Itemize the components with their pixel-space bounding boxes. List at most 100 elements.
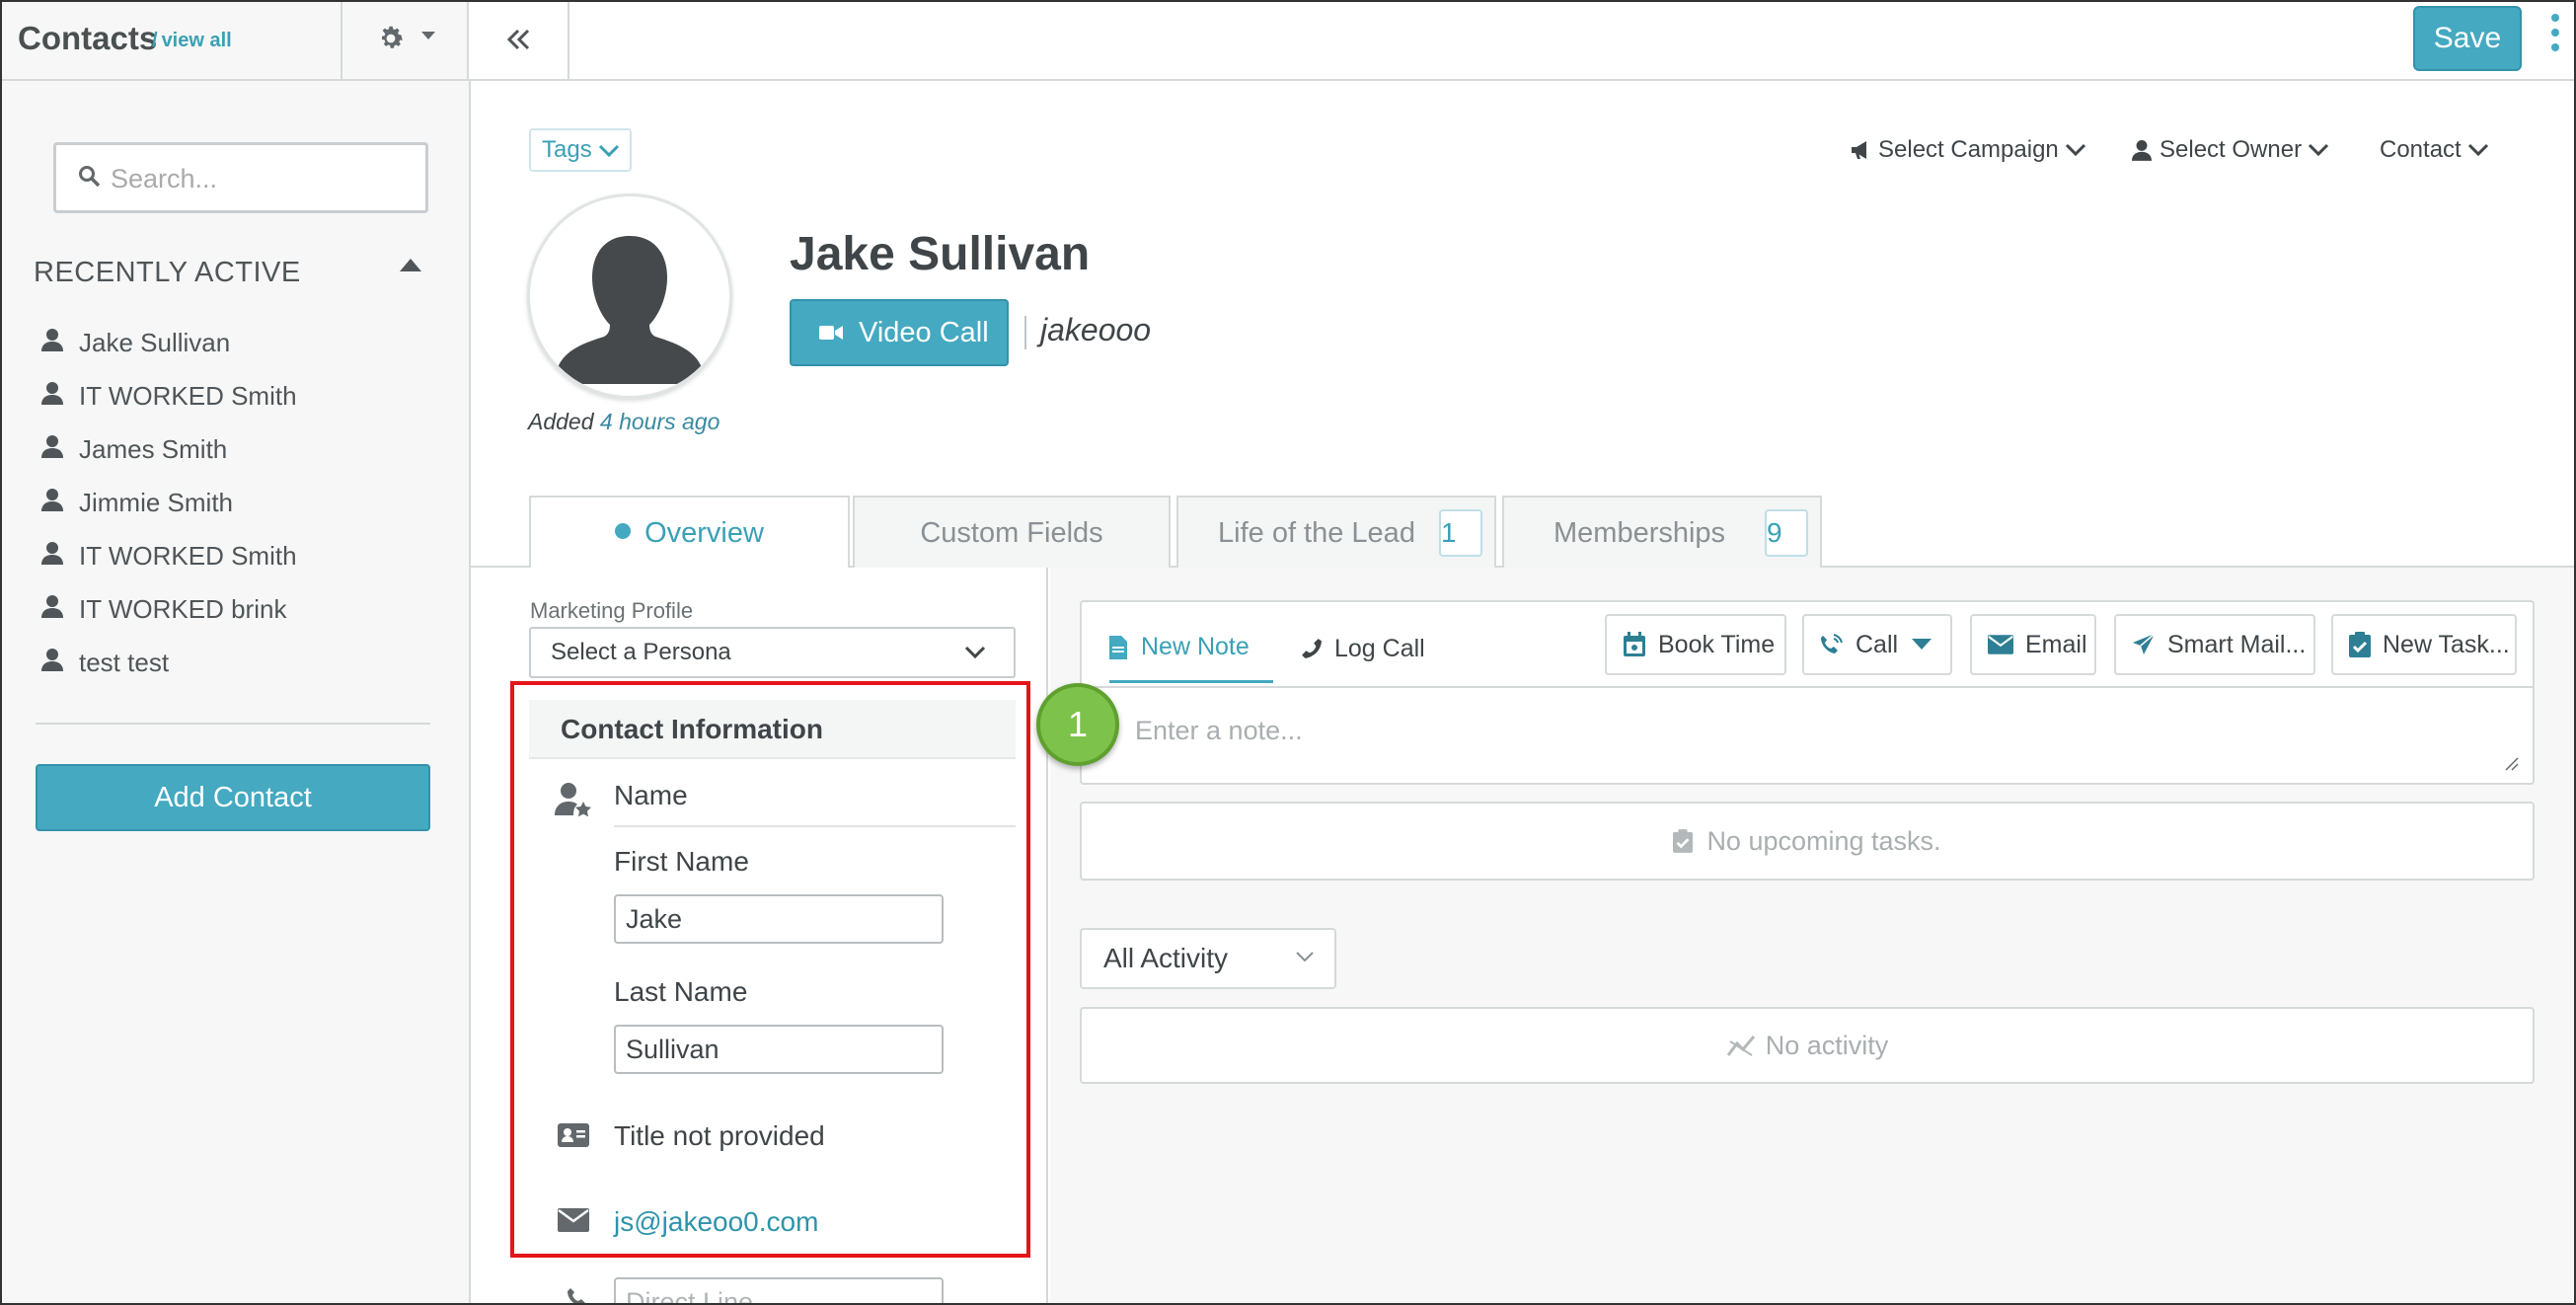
select-campaign-label[interactable]: Select Campaign	[1878, 136, 2059, 164]
new-note-label[interactable]: New Note	[1141, 633, 1250, 661]
email-label[interactable]: Email	[2025, 631, 2087, 659]
handle-separator	[1024, 316, 1026, 349]
view-all-label[interactable]: view all	[162, 30, 232, 51]
double-chevron-left-icon[interactable]	[506, 27, 532, 52]
tab-count-badge: 9	[1765, 509, 1808, 557]
recent-item-label[interactable]: IT WORKED Smith	[79, 381, 297, 412]
paper-plane-icon[interactable]	[2132, 633, 2156, 656]
new-task-button[interactable]: New Task...	[2331, 614, 2517, 675]
persona-value[interactable]: Select a Persona	[551, 639, 731, 665]
search-box[interactable]	[53, 142, 428, 213]
tab-label[interactable]: Life of the Lead	[1218, 517, 1415, 549]
document-icon[interactable]	[1109, 635, 1127, 659]
person-icon	[41, 381, 63, 405]
tab-label[interactable]: Custom Fields	[920, 517, 1102, 549]
recent-item[interactable]: IT WORKED Smith	[41, 529, 297, 582]
tab-label[interactable]: Overview	[644, 517, 764, 549]
add-contact-button[interactable]: Add Contact	[36, 764, 430, 831]
recent-item-label[interactable]: IT WORKED Smith	[79, 541, 297, 572]
video-call-button[interactable]: Video Call	[790, 299, 1009, 366]
gear-icon[interactable]	[376, 24, 406, 53]
view-all-link[interactable]: / view all	[152, 30, 232, 52]
phone-icon	[568, 1288, 585, 1303]
recent-item[interactable]: James Smith	[41, 422, 297, 476]
contact-handle: jakeooo	[1040, 312, 1152, 347]
clipboard-check-icon[interactable]	[2349, 632, 2371, 657]
more-options-icon[interactable]	[2551, 14, 2561, 58]
tab-label[interactable]: Memberships	[1553, 517, 1725, 549]
phone-volume-icon[interactable]	[1820, 633, 1844, 656]
recent-item[interactable]: IT WORKED brink	[41, 582, 297, 636]
call-dropdown-button[interactable]: Call	[1802, 614, 1952, 675]
activity-filter-value[interactable]: All Activity	[1103, 943, 1228, 973]
select-campaign-menu[interactable]: Select Campaign	[1851, 136, 2086, 164]
chevron-down-icon[interactable]	[2065, 141, 2086, 159]
recent-item-label[interactable]: James Smith	[79, 434, 227, 465]
megaphone-icon[interactable]	[1851, 140, 1872, 160]
note-textarea[interactable]	[1135, 716, 2497, 767]
video-camera-icon[interactable]	[819, 324, 843, 342]
recent-item[interactable]: Jimmie Smith	[41, 476, 297, 529]
phone-icon[interactable]	[1301, 638, 1323, 659]
chevron-down-icon[interactable]	[2308, 141, 2329, 159]
tab-memberships[interactable]: Memberships 9	[1502, 496, 1822, 568]
no-tasks-text: No upcoming tasks.	[1706, 825, 1941, 856]
select-owner-menu[interactable]: Select Owner	[2132, 136, 2329, 164]
smart-mail-button[interactable]: Smart Mail...	[2114, 614, 2315, 675]
collapse-caret-icon[interactable]	[400, 259, 421, 271]
recent-item-label[interactable]: Jake Sullivan	[79, 328, 230, 358]
activity-filter-select[interactable]: All Activity	[1080, 928, 1336, 989]
avatar[interactable]	[527, 193, 732, 399]
contact-type-menu[interactable]: Contact	[2380, 136, 2489, 164]
email-button[interactable]: Email	[1970, 614, 2096, 675]
book-time-button[interactable]: Book Time	[1605, 614, 1786, 675]
envelope-icon[interactable]	[1988, 635, 2013, 654]
settings-menu[interactable]	[342, 2, 469, 79]
tab-log-call[interactable]: Log Call	[1301, 614, 1425, 683]
video-call-label[interactable]: Video Call	[859, 317, 989, 348]
recent-item-label[interactable]: Jimmie Smith	[79, 488, 233, 518]
recent-item-label[interactable]: IT WORKED brink	[79, 594, 286, 625]
recent-list: Jake Sullivan IT WORKED Smith James Smit…	[41, 316, 297, 689]
caret-down-icon[interactable]	[421, 32, 435, 41]
tags-dropdown[interactable]: Tags	[529, 128, 632, 172]
call-label[interactable]: Call	[1856, 631, 1898, 659]
log-call-label[interactable]: Log Call	[1334, 635, 1425, 663]
collapse-sidebar-button[interactable]	[469, 2, 569, 79]
resize-grip-icon[interactable]	[2503, 755, 2519, 771]
calendar-icon[interactable]	[1623, 632, 1646, 657]
highlight-box	[510, 681, 1030, 1258]
recent-item-label[interactable]: test test	[79, 648, 169, 678]
new-task-label[interactable]: New Task...	[2383, 631, 2510, 659]
chevron-down-icon[interactable]	[1295, 950, 1315, 963]
save-button[interactable]: Save	[2413, 6, 2522, 71]
caret-down-icon[interactable]	[1912, 639, 1932, 651]
person-icon	[41, 488, 63, 511]
persona-select[interactable]: Select a Persona	[529, 627, 1016, 678]
tab-overview[interactable]: Overview	[529, 496, 850, 569]
tab-custom-fields[interactable]: Custom Fields	[853, 496, 1171, 568]
chevron-down-icon[interactable]	[2467, 141, 2489, 159]
sidebar: RECENTLY ACTIVE Jake Sullivan IT WORKED …	[2, 81, 471, 1303]
direct-line-field[interactable]	[614, 1277, 944, 1303]
tab-new-note[interactable]: New Note	[1109, 614, 1273, 683]
contact-type-label[interactable]: Contact	[2380, 136, 2462, 164]
contacts-header: Contacts / view all	[2, 2, 342, 79]
line-chart-icon	[1726, 1036, 1755, 1056]
tab-life-of-the-lead[interactable]: Life of the Lead 1	[1176, 496, 1496, 568]
smart-mail-label[interactable]: Smart Mail...	[2167, 631, 2306, 659]
activity-feed-panel: No activity	[1080, 1007, 2535, 1084]
person-icon[interactable]	[2132, 139, 2152, 161]
note-area	[1080, 686, 2535, 785]
recent-item[interactable]: test test	[41, 636, 297, 689]
search-input[interactable]	[111, 159, 407, 198]
select-owner-label[interactable]: Select Owner	[2159, 136, 2302, 164]
tags-label[interactable]: Tags	[542, 136, 592, 163]
book-time-label[interactable]: Book Time	[1658, 631, 1775, 659]
chevron-down-icon[interactable]	[964, 645, 986, 660]
person-icon	[41, 328, 63, 351]
chevron-down-icon[interactable]	[598, 140, 620, 160]
recent-item[interactable]: Jake Sullivan	[41, 316, 297, 369]
active-dot-icon	[615, 523, 632, 539]
recent-item[interactable]: IT WORKED Smith	[41, 369, 297, 422]
